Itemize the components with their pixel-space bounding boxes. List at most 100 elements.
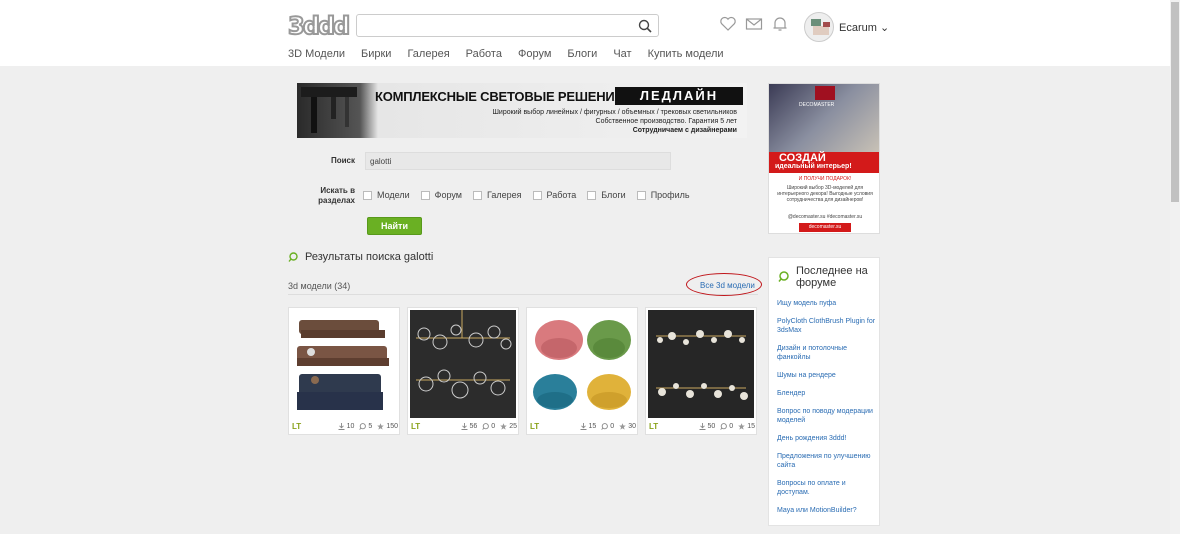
side-ad-socials: @decomaster.su #decomaster.su bbox=[787, 214, 863, 220]
checkbox-forum[interactable]: Форум bbox=[420, 190, 462, 200]
downloads-count: 56 bbox=[469, 423, 478, 430]
heart-icon[interactable] bbox=[719, 15, 737, 33]
model-cards: LT 10 5 150 LT 56 0 25 LT 15 0 30 LT 50 … bbox=[288, 307, 757, 435]
card-meta: LT 15 0 30 bbox=[530, 422, 636, 431]
forum-topic-link[interactable]: Вопросы по оплате и доступам. bbox=[777, 479, 877, 497]
nav-item-chat[interactable]: Чат bbox=[613, 48, 631, 60]
model-card[interactable]: LT 15 0 30 bbox=[526, 307, 638, 435]
user-name: Ecarum bbox=[839, 22, 877, 34]
user-menu[interactable]: Ecarum ⌄ bbox=[839, 21, 889, 34]
side-ad-headline-box: СОЗДАЙ идеальный интерьер! bbox=[769, 152, 879, 173]
forum-topic-link[interactable]: Шумы на рендере bbox=[777, 371, 877, 380]
mail-icon[interactable] bbox=[745, 15, 763, 33]
rating-stat: 25 bbox=[500, 423, 517, 430]
nav-item-blogs[interactable]: Блоги bbox=[567, 48, 597, 60]
rating-stat: 30 bbox=[619, 423, 636, 430]
comments-stat: 0 bbox=[720, 423, 733, 430]
downloads-count: 50 bbox=[707, 423, 716, 430]
downloads-stat: 50 bbox=[699, 423, 716, 430]
downloads-stat: 15 bbox=[580, 423, 597, 430]
rating-count: 150 bbox=[386, 423, 398, 430]
banner-line-2: Собственное производство. Гарантия 5 лет bbox=[595, 118, 737, 125]
comment-icon bbox=[482, 423, 490, 430]
checkbox-gallery[interactable]: Галерея bbox=[473, 190, 522, 200]
model-card[interactable]: LT 10 5 150 bbox=[288, 307, 400, 435]
side-ad-site: decomaster.su bbox=[799, 223, 851, 232]
side-ad-gift: И ПОЛУЧИ ПОДАРОК! bbox=[798, 176, 852, 182]
checkbox-forum-label: Форум bbox=[434, 190, 462, 200]
license-badge: LT bbox=[292, 422, 302, 431]
results-divider bbox=[288, 294, 758, 295]
checkbox-profile-label: Профиль bbox=[650, 190, 690, 200]
forum-topic-list: Ищу модель пуфа PolyCloth ClothBrush Plu… bbox=[777, 299, 877, 524]
site-header: 3ddd Ecarum ⌄ 3D Модели Бирки Галерея Ра… bbox=[0, 0, 1170, 66]
forum-topic-link[interactable]: Предложения по улучшению сайта bbox=[777, 452, 877, 470]
comments-stat: 5 bbox=[359, 423, 372, 430]
bell-icon[interactable] bbox=[771, 15, 789, 33]
find-button[interactable]: Найти bbox=[367, 217, 422, 235]
checkbox-profile-box[interactable] bbox=[636, 190, 646, 200]
nav-item-work[interactable]: Работа bbox=[466, 48, 502, 60]
decomaster-logo-icon bbox=[815, 86, 835, 100]
checkbox-blogs[interactable]: Блоги bbox=[587, 190, 626, 200]
forum-topic-link[interactable]: Вопрос по поводу модерации моделей bbox=[777, 407, 877, 425]
side-banner-ad[interactable]: DECOMASTER СОЗДАЙ идеальный интерьер! И … bbox=[768, 83, 880, 234]
download-icon bbox=[580, 423, 586, 430]
forum-topic-link[interactable]: Maya или MotionBuilder? bbox=[777, 506, 877, 515]
downloads-count: 10 bbox=[346, 423, 355, 430]
search-icon[interactable] bbox=[638, 19, 652, 33]
nav-item-tags[interactable]: Бирки bbox=[361, 48, 391, 60]
forum-topic-link[interactable]: Блендер bbox=[777, 389, 877, 398]
comments-stat: 0 bbox=[601, 423, 614, 430]
checkbox-blogs-label: Блоги bbox=[601, 190, 626, 200]
model-thumbnail-armchairs[interactable] bbox=[529, 310, 635, 418]
nav-item-buy-models[interactable]: Купить модели bbox=[648, 48, 724, 60]
model-card[interactable]: LT 50 0 15 bbox=[645, 307, 757, 435]
forum-topic-link[interactable]: Ищу модель пуфа bbox=[777, 299, 877, 308]
nav-item-forum[interactable]: Форум bbox=[518, 48, 551, 60]
checkbox-models-box[interactable] bbox=[363, 190, 372, 200]
forum-heading: Последнее на форуме bbox=[778, 265, 878, 289]
model-thumbnail-chandelier[interactable] bbox=[410, 310, 516, 418]
model-thumbnail-pendant-lamp[interactable] bbox=[648, 310, 754, 418]
side-ad-subline: идеальный интерьер! bbox=[775, 163, 852, 170]
forum-topic-link[interactable]: День рождения 3ddd! bbox=[777, 434, 877, 443]
comments-count: 0 bbox=[610, 423, 615, 430]
model-card[interactable]: LT 56 0 25 bbox=[407, 307, 519, 435]
checkbox-work-label: Работа bbox=[546, 190, 577, 200]
checkbox-gallery-box[interactable] bbox=[473, 190, 482, 200]
checkbox-profile[interactable]: Профиль bbox=[636, 190, 690, 200]
header-search[interactable] bbox=[356, 14, 659, 37]
checkbox-work[interactable]: Работа bbox=[532, 190, 577, 200]
search-query-input[interactable]: galotti bbox=[365, 152, 671, 170]
site-logo[interactable]: 3ddd bbox=[287, 13, 351, 39]
checkbox-models[interactable]: Модели bbox=[363, 190, 410, 200]
checkbox-work-box[interactable] bbox=[532, 190, 542, 200]
download-icon bbox=[338, 423, 345, 430]
side-ad-brand: DECOMASTER bbox=[799, 102, 835, 108]
comments-count: 5 bbox=[368, 423, 373, 430]
page-scrollbar[interactable] bbox=[1170, 0, 1180, 534]
forum-topic-link[interactable]: PolyCloth ClothBrush Plugin for 3dsMax bbox=[777, 317, 877, 335]
forum-topic-link[interactable]: Дизайн и потолочные фанкойлы bbox=[777, 344, 877, 362]
checkbox-forum-box[interactable] bbox=[420, 190, 430, 200]
avatar[interactable] bbox=[804, 12, 834, 42]
model-thumbnail-sofa[interactable] bbox=[291, 310, 397, 418]
rating-count: 25 bbox=[509, 423, 517, 430]
checkbox-blogs-box[interactable] bbox=[587, 190, 597, 200]
star-icon bbox=[500, 423, 508, 430]
top-banner-ad[interactable]: КОМПЛЕКСНЫЕ СВЕТОВЫЕ РЕШЕНИЯ ЛЕДЛАЙН Шир… bbox=[297, 83, 747, 138]
download-icon bbox=[699, 423, 705, 430]
comment-icon bbox=[601, 423, 609, 430]
license-badge: LT bbox=[649, 422, 659, 431]
scrollbar-thumb[interactable] bbox=[1171, 2, 1179, 202]
header-search-input[interactable] bbox=[363, 17, 633, 34]
downloads-count: 15 bbox=[588, 423, 597, 430]
comment-icon bbox=[720, 423, 728, 430]
nav-item-gallery[interactable]: Галерея bbox=[407, 48, 449, 60]
star-icon bbox=[619, 423, 627, 430]
main-nav: 3D Модели Бирки Галерея Работа Форум Бло… bbox=[288, 48, 724, 60]
search-label: Поиск bbox=[330, 156, 355, 165]
nav-item-models[interactable]: 3D Модели bbox=[288, 48, 345, 60]
card-meta: LT 56 0 25 bbox=[411, 422, 517, 431]
